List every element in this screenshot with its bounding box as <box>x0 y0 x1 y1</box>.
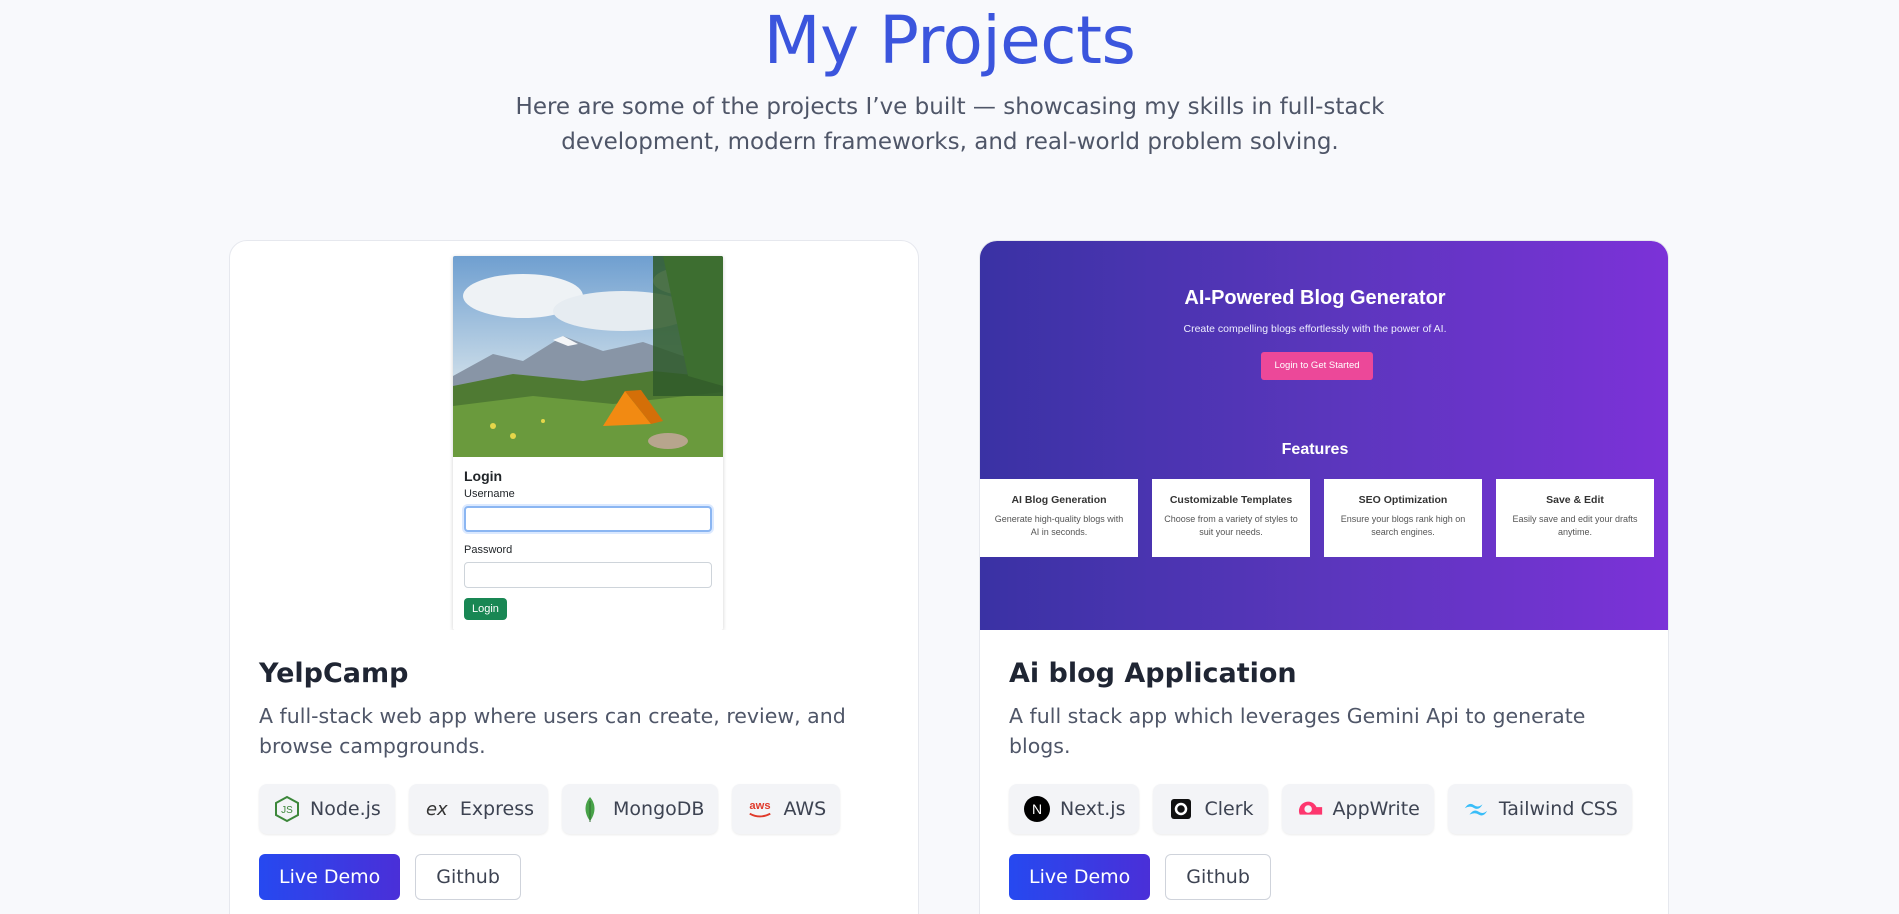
tailwind-icon <box>1462 795 1490 823</box>
feature-title: SEO Optimization <box>1358 494 1448 506</box>
mockup-blog-subheading: Create compelling blogs effortlessly wit… <box>1183 323 1447 335</box>
project-actions: Live Demo Github <box>259 854 521 900</box>
tag-aws: aws AWS <box>732 784 841 834</box>
project-description: A full stack app which leverages Gemini … <box>1009 704 1586 758</box>
mockup-password-field <box>464 562 712 588</box>
tech-tags: N Next.js Clerk AppWrite Tailwind CSS <box>1009 784 1632 834</box>
tag-mongodb: MongoDB <box>562 784 719 834</box>
project-actions: Live Demo Github <box>1009 854 1271 900</box>
svg-text:N: N <box>1032 801 1042 817</box>
feature-title: Customizable Templates <box>1169 494 1293 506</box>
live-demo-button[interactable]: Live Demo <box>1009 854 1151 900</box>
feature-desc: Choose from a variety of styles to suit … <box>1164 514 1298 537</box>
project-preview-yelpcamp[interactable]: Login Username Password Login <box>230 241 918 630</box>
yelpcamp-login-mockup: Login Username Password Login <box>453 256 723 630</box>
tag-nextjs: N Next.js <box>1009 784 1140 834</box>
tag-label: Tailwind CSS <box>1498 798 1618 820</box>
tag-label: Express <box>459 798 535 820</box>
project-description: A full-stack web app where users can cre… <box>259 704 846 758</box>
clerk-icon <box>1167 795 1195 823</box>
aws-icon: aws <box>746 795 774 823</box>
live-demo-button[interactable]: Live Demo <box>259 854 401 900</box>
tag-tailwind: Tailwind CSS <box>1447 784 1632 834</box>
tag-label: AppWrite <box>1332 798 1420 820</box>
mockup-cta-button: Login to Get Started <box>1261 352 1373 380</box>
campsite-photo <box>453 256 723 457</box>
mockup-login-heading: Login <box>464 468 503 484</box>
mockup-feature-card: AI Blog Generation Generate high-quality… <box>980 479 1138 557</box>
feature-desc: Generate high-quality blogs with AI in s… <box>994 514 1124 537</box>
github-button[interactable]: Github <box>1165 854 1271 900</box>
mockup-feature-card: Save & Edit Easily save and edit your dr… <box>1496 479 1654 557</box>
svg-text:JS: JS <box>281 805 293 816</box>
mockup-login-button: Login <box>464 598 507 620</box>
tag-clerk: Clerk <box>1153 784 1268 834</box>
project-title: Ai blog Application <box>1009 658 1297 689</box>
mongodb-icon <box>576 795 604 823</box>
feature-desc: Ensure your blogs rank high on search en… <box>1340 514 1466 537</box>
nodejs-icon: JS <box>273 795 301 823</box>
mockup-features-title: Features <box>1281 441 1349 458</box>
tech-tags: JS Node.js ex Express MongoDB aws AWS <box>259 784 841 834</box>
mockup-password-label: Password <box>464 544 513 556</box>
tag-label: AWS <box>783 798 827 820</box>
appwrite-icon <box>1296 795 1324 823</box>
feature-desc: Easily save and edit your drafts anytime… <box>1512 514 1638 537</box>
project-card-yelpcamp: Login Username Password Login YelpCamp A… <box>229 240 919 914</box>
blog-generator-mockup: AI-Powered Blog Generator Create compell… <box>980 241 1668 630</box>
mockup-username-field <box>464 506 712 532</box>
project-title: YelpCamp <box>259 658 409 689</box>
mockup-blog-heading: AI-Powered Blog Generator <box>1184 287 1446 309</box>
mockup-feature-card: Customizable Templates Choose from a var… <box>1152 479 1310 557</box>
tag-express: ex Express <box>408 784 549 834</box>
github-button[interactable]: Github <box>415 854 521 900</box>
mockup-username-label: Username <box>464 488 515 500</box>
mockup-feature-card: SEO Optimization Ensure your blogs rank … <box>1324 479 1482 557</box>
feature-title: Save & Edit <box>1546 494 1604 506</box>
express-icon: ex <box>425 798 448 820</box>
tag-nodejs: JS Node.js <box>259 784 395 834</box>
svg-text:aws: aws <box>750 800 771 812</box>
page-subtitle: Here are some of the projects I’ve built… <box>515 94 1385 155</box>
tag-label: Next.js <box>1060 798 1126 820</box>
tag-label: MongoDB <box>613 798 705 820</box>
tag-appwrite: AppWrite <box>1281 784 1434 834</box>
tag-label: Clerk <box>1204 798 1254 820</box>
project-card-ai-blog: AI-Powered Blog Generator Create compell… <box>979 240 1669 914</box>
feature-title: AI Blog Generation <box>1011 494 1107 506</box>
nextjs-icon: N <box>1023 795 1051 823</box>
tag-label: Node.js <box>310 798 381 820</box>
project-preview-ai-blog[interactable]: AI-Powered Blog Generator Create compell… <box>980 241 1668 630</box>
page-title: My Projects <box>763 2 1136 79</box>
